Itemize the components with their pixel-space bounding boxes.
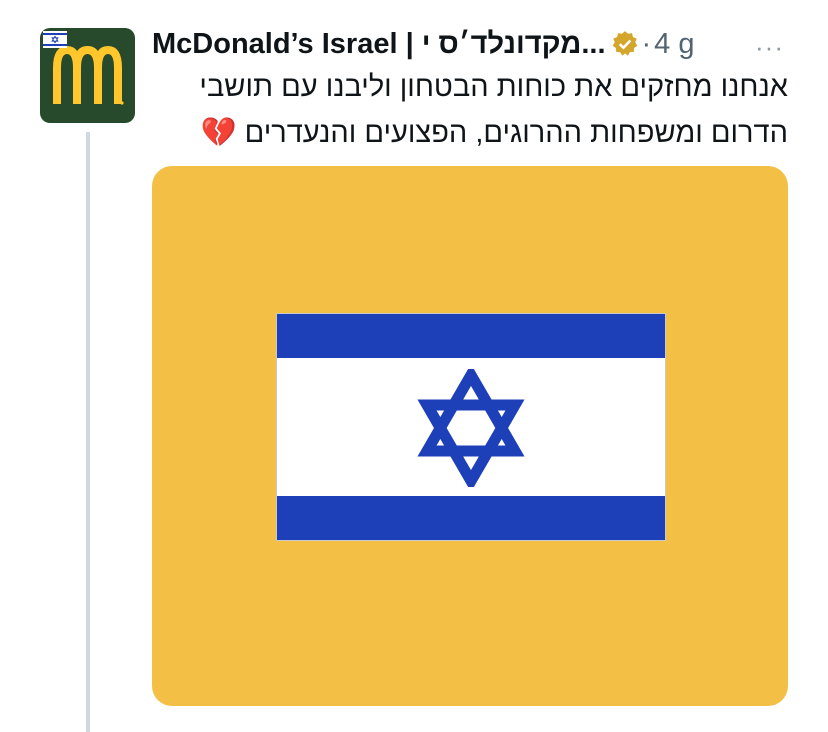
mcdonalds-logo-icon xyxy=(43,31,124,105)
star-of-david-icon xyxy=(417,369,525,487)
israel-flag-image xyxy=(276,313,666,541)
israel-flag-icon xyxy=(43,31,67,48)
post-time[interactable]: 4 g xyxy=(654,28,694,61)
tweet-header: McDonald’s Israel | מקדונלד׳ס י... · 4 g… xyxy=(152,24,788,64)
thread-line xyxy=(86,132,90,732)
tweet-text: אנחנו מחזקים את כוחות הבטחון וליבנו עם ת… xyxy=(199,71,788,149)
avatar[interactable] xyxy=(40,28,135,123)
flag-stripe-top xyxy=(277,314,665,358)
tweet-media[interactable] xyxy=(152,166,788,706)
flag-stripe-bottom xyxy=(277,496,665,540)
display-name[interactable]: McDonald’s Israel | מקדונלד׳ס י... xyxy=(152,28,606,61)
header-separator: · xyxy=(641,27,652,60)
more-icon[interactable]: ··· xyxy=(755,32,784,63)
verified-badge-icon[interactable] xyxy=(611,30,639,58)
